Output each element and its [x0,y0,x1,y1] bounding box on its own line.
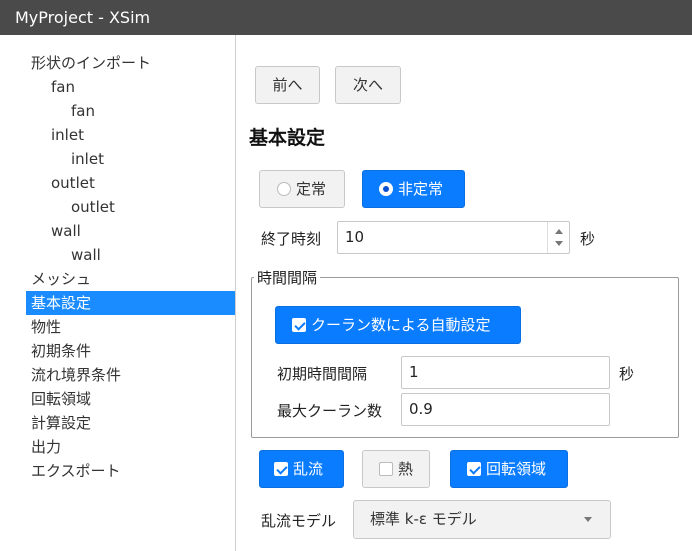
spin-down-icon[interactable] [555,241,563,246]
heat-label: 熱 [398,460,414,478]
page-title: 基本設定 [249,127,326,149]
sidebar-item-initial-conditions[interactable]: 初期条件 [26,339,235,363]
window-title: MyProject - XSim [0,0,692,35]
sidebar-item-inlet-group[interactable]: inlet [26,123,235,147]
sidebar-item-export[interactable]: エクスポート [26,459,235,483]
sidebar-item-fan-group[interactable]: fan [26,75,235,99]
sidebar-item-mesh[interactable]: メッシュ [26,267,235,291]
end-time-label: 終了時刻 [261,230,322,248]
unsteady-label: 非定常 [398,180,444,198]
sidebar-item-wall-group[interactable]: wall [26,219,235,243]
steady-label: 定常 [296,180,327,198]
sidebar-item-calc-settings[interactable]: 計算設定 [26,411,235,435]
heat-checkbox[interactable]: 熱 [362,450,430,488]
sidebar-item-wall[interactable]: wall [26,243,235,267]
sidebar-item-output[interactable]: 出力 [26,435,235,459]
sidebar-item-properties[interactable]: 物性 [26,315,235,339]
checkbox-checked-icon [467,462,481,476]
spin-up-icon[interactable] [555,229,563,234]
checkbox-checked-icon [292,318,306,332]
rotation-label: 回転領域 [486,460,547,478]
checkbox-unchecked-icon [379,462,393,476]
sidebar: 形状のインポート fan fan inlet inlet outlet outl… [0,35,236,551]
end-time-value: 10 [345,228,365,246]
max-courant-input[interactable]: 0.9 [401,393,610,426]
next-button[interactable]: 次へ [335,66,401,104]
turbulence-model-select[interactable]: 標準 k-ε モデル [353,500,611,539]
sidebar-item-outlet-group[interactable]: outlet [26,171,235,195]
chevron-down-icon [584,517,592,522]
unsteady-radio[interactable]: 非定常 [362,170,465,208]
initial-step-input[interactable]: 1 [401,356,610,389]
initial-step-unit: 秒 [619,365,635,383]
time-step-legend: 時間間隔 [254,267,321,288]
end-time-input[interactable]: 10 [337,221,570,254]
turbulence-checkbox[interactable]: 乱流 [259,450,344,488]
prev-button[interactable]: 前へ [255,66,320,104]
end-time-spinner[interactable] [547,222,569,253]
sidebar-item-rotation-region[interactable]: 回転領域 [26,387,235,411]
sidebar-item-inlet[interactable]: inlet [26,147,235,171]
sidebar-item-shape-import[interactable]: 形状のインポート [26,51,235,75]
max-courant-label: 最大クーラン数 [277,402,383,420]
auto-courant-checkbox[interactable]: クーラン数による自動設定 [275,306,521,344]
rotation-checkbox[interactable]: 回転領域 [450,450,568,488]
steady-radio[interactable]: 定常 [259,170,345,208]
turbulence-model-label: 乱流モデル [261,512,337,530]
sidebar-item-fan[interactable]: fan [26,99,235,123]
end-time-unit: 秒 [580,230,596,248]
radio-off-icon [277,182,291,196]
sidebar-item-basic-settings[interactable]: 基本設定 [26,291,235,315]
radio-on-icon [379,182,393,196]
auto-courant-label: クーラン数による自動設定 [311,316,491,334]
checkbox-checked-icon [274,462,288,476]
initial-step-label: 初期時間間隔 [277,365,368,383]
main-panel: 前へ 次へ 基本設定 定常 非定常 終了時刻 10 秒 時間間隔 クーラン数によ… [237,35,692,551]
sidebar-item-flow-boundary[interactable]: 流れ境界条件 [26,363,235,387]
turbulence-model-value: 標準 k-ε モデル [370,510,477,528]
turbulence-label: 乱流 [293,460,324,478]
sidebar-item-outlet[interactable]: outlet [26,195,235,219]
